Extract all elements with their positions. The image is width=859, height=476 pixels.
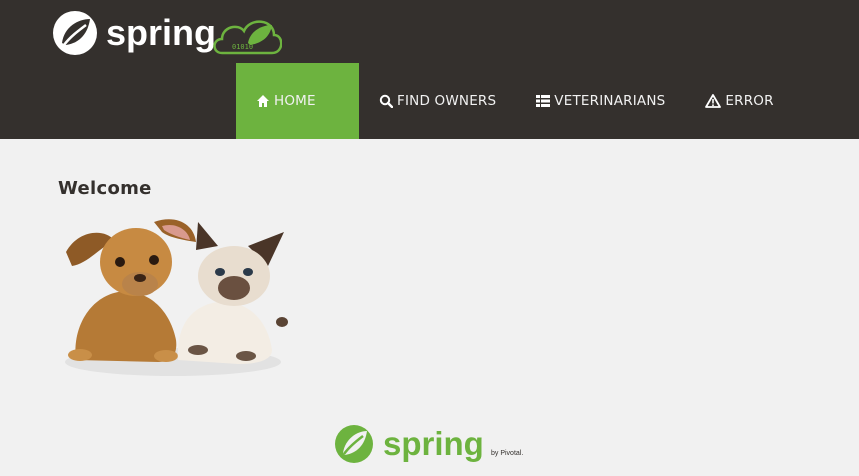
nav-home[interactable]: HOME <box>236 63 359 139</box>
nav-find-owners-label: FIND OWNERS <box>397 93 497 109</box>
spring-leaf-icon <box>53 11 97 55</box>
main-nav: HOME FIND OWNERS VETERINARIANS ERROR <box>236 63 794 139</box>
footer-spring-logo[interactable]: spring by Pivotal. <box>333 421 533 467</box>
footer-by-text: by Pivotal. <box>491 450 523 457</box>
nav-error[interactable]: ERROR <box>685 63 793 139</box>
search-icon <box>379 94 393 108</box>
nav-find-owners[interactable]: FIND OWNERS <box>359 63 516 139</box>
footer-brand: spring <box>383 425 484 462</box>
nav-veterinarians-label: VETERINARIANS <box>554 93 666 109</box>
page-title: Welcome <box>58 178 152 199</box>
pets-image <box>65 219 288 376</box>
home-icon <box>257 95 269 107</box>
nav-home-label: HOME <box>274 93 316 109</box>
navbar: spring 01010 HOME FIND OWNERS VETERINARI… <box>0 0 859 139</box>
main-content: Welcome <box>58 178 152 199</box>
cloud-badge-text: 01010 <box>232 43 253 51</box>
footer-leaf-icon <box>335 425 373 463</box>
nav-veterinarians[interactable]: VETERINARIANS <box>516 63 685 139</box>
list-icon <box>536 95 551 107</box>
brand-name: spring <box>106 12 216 53</box>
warning-icon <box>705 94 722 108</box>
nav-error-label: ERROR <box>725 93 774 109</box>
cloud-badge-icon: 01010 <box>213 20 282 55</box>
spring-logo[interactable]: spring 01010 <box>52 9 282 57</box>
